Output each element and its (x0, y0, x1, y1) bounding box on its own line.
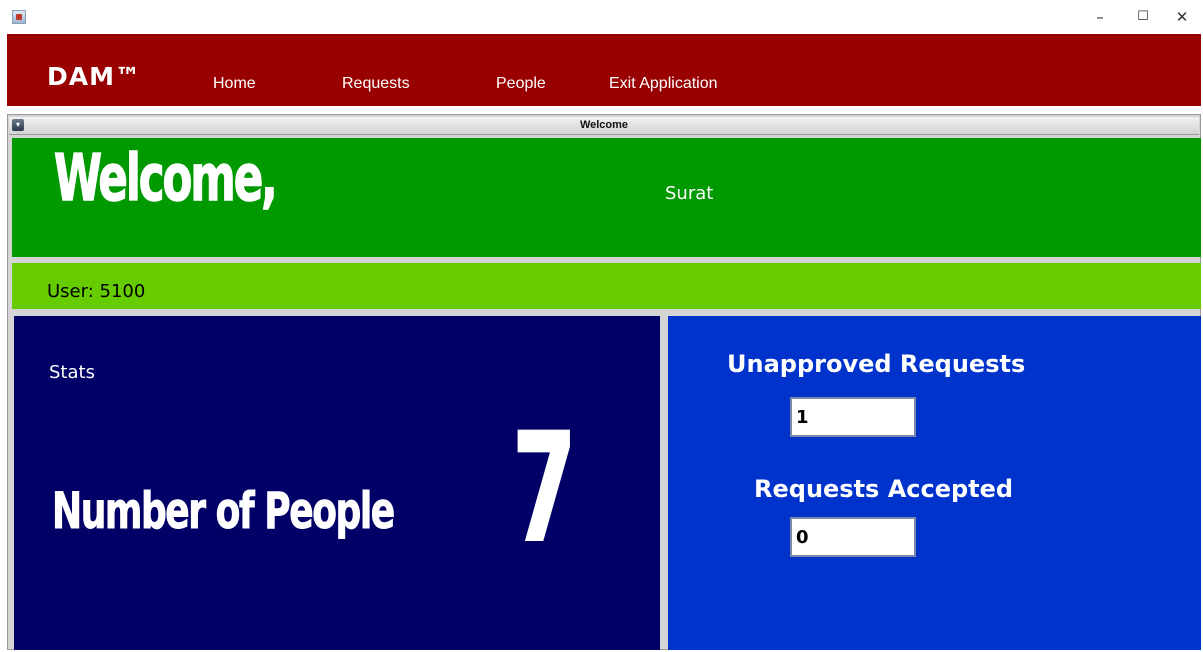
welcome-heading: Welcome, (53, 141, 278, 217)
unapproved-requests-label: Unapproved Requests (727, 350, 1026, 378)
people-count: 7 (511, 402, 577, 576)
menu-people[interactable]: People (496, 75, 546, 93)
user-id-label: User: 5100 (47, 281, 146, 302)
welcome-panel: Welcome, Surat (12, 138, 1201, 257)
internal-frame-title: Welcome (579, 119, 629, 131)
java-app-icon (12, 10, 26, 24)
app-logo: DAM™ (47, 62, 141, 91)
close-button[interactable]: ✕ (1172, 8, 1192, 26)
stats-label: Stats (49, 362, 95, 383)
menu-exit-application[interactable]: Exit Application (609, 75, 718, 93)
requests-accepted-label: Requests Accepted (754, 475, 1014, 503)
menu-bar: DAM™ Home Requests People Exit Applicati… (7, 34, 1201, 106)
username-label: Surat (665, 183, 714, 204)
user-bar: User: 5100 (12, 263, 1201, 309)
window-titlebar: – ☐ ✕ (0, 0, 1203, 34)
requests-panel: Unapproved Requests 1 Requests Accepted … (668, 316, 1201, 650)
requests-accepted-field[interactable]: 0 (790, 517, 916, 557)
unapproved-requests-field[interactable]: 1 (790, 397, 916, 437)
menu-home[interactable]: Home (213, 75, 256, 93)
internal-frame-titlebar[interactable]: ▾ Welcome (9, 117, 1199, 135)
stats-panel: Stats Number of People 7 (14, 316, 660, 650)
minimize-button[interactable]: – (1090, 8, 1110, 26)
maximize-button[interactable]: ☐ (1133, 8, 1153, 26)
menu-requests[interactable]: Requests (342, 75, 410, 93)
number-of-people-label: Number of People (52, 482, 396, 541)
